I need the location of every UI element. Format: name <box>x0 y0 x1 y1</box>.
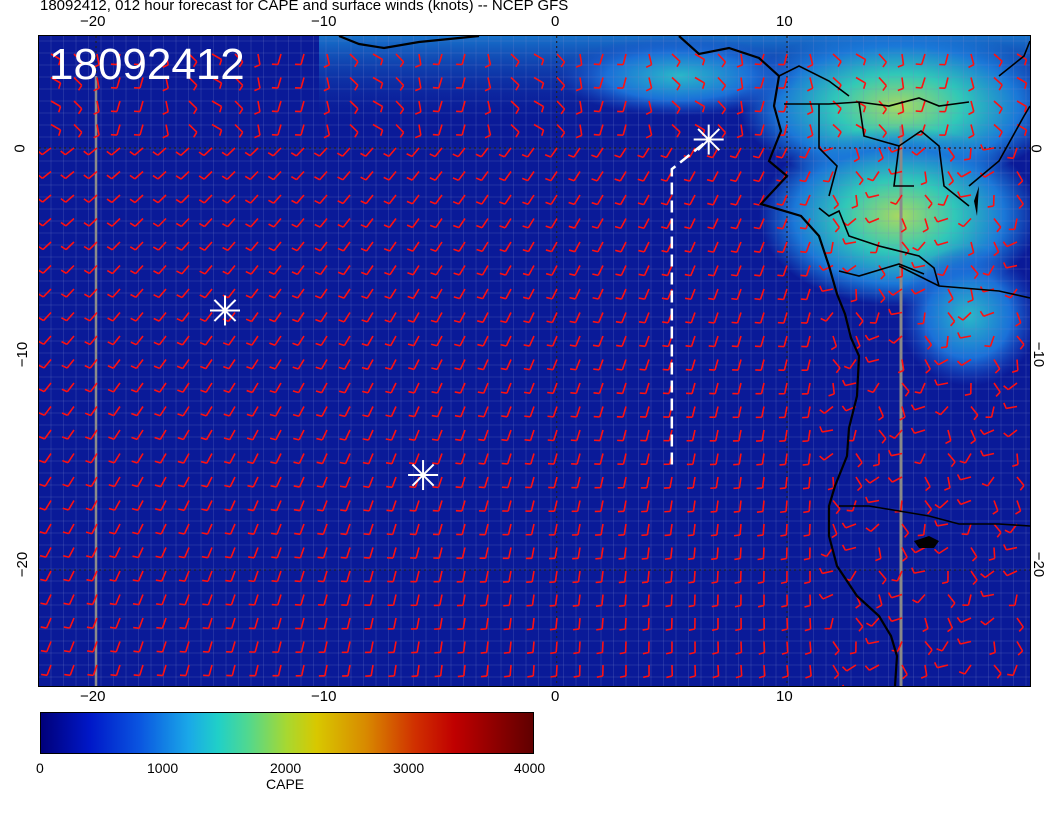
map-panel[interactable]: 18092412 <box>38 35 1031 687</box>
timestamp-label: 18092412 <box>49 40 245 89</box>
left-tick: 0 <box>11 144 29 153</box>
star-2-marker <box>408 460 439 491</box>
colorbar-label: 1000 <box>147 760 179 776</box>
top-tick: 0 <box>551 13 560 30</box>
colorbar-label: 0 <box>36 760 44 776</box>
bottom-tick: −10 <box>311 688 337 705</box>
colorbar-label: 2000 <box>270 760 302 776</box>
right-tick: −10 <box>1030 341 1048 368</box>
top-tick: 10 <box>776 13 793 30</box>
bottom-tick: 0 <box>551 688 560 705</box>
map-canvas[interactable] <box>39 36 1030 686</box>
star-1-marker <box>209 295 240 326</box>
colorbar-label: 4000 <box>514 760 546 776</box>
right-tick: 0 <box>1027 144 1045 153</box>
colorbar-label: 3000 <box>393 760 425 776</box>
chart-title: 18092412, 012 hour forecast for CAPE and… <box>40 0 569 14</box>
bottom-tick: −20 <box>80 688 106 705</box>
colorbar-title: CAPE <box>266 776 305 792</box>
bottom-tick: 10 <box>776 688 793 705</box>
left-tick: −20 <box>14 551 32 578</box>
left-tick: −10 <box>14 341 32 368</box>
cape-colorbar <box>40 712 534 754</box>
top-tick: −10 <box>311 13 337 30</box>
top-tick: −20 <box>80 13 106 30</box>
right-tick: −20 <box>1030 551 1048 578</box>
